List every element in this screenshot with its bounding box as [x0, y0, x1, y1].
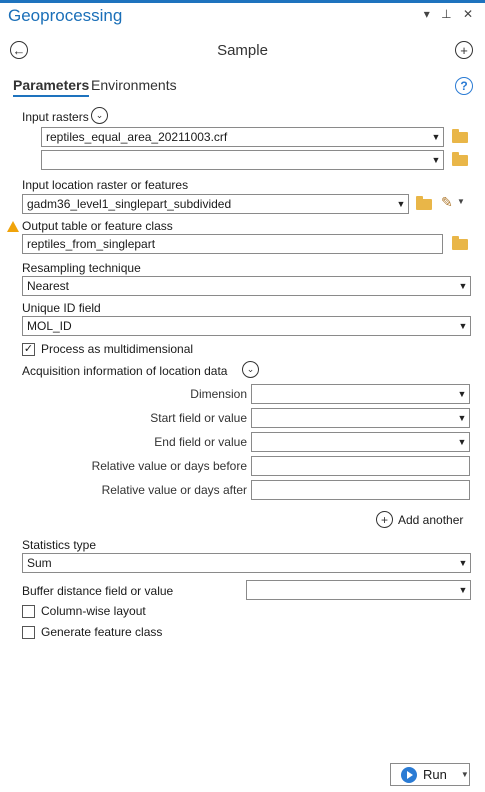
- dropdown-caret-icon: ▼: [458, 585, 468, 595]
- relative-after-field[interactable]: [251, 480, 470, 500]
- edit-menu-caret-icon[interactable]: ▼: [457, 197, 465, 206]
- statistics-label: Statistics type: [22, 538, 97, 552]
- acquisition-label: Acquisition information of location data: [22, 364, 228, 378]
- statistics-dropdown[interactable]: Sum ▼: [22, 553, 471, 573]
- run-label: Run: [423, 767, 447, 782]
- unique-id-dropdown[interactable]: MOL_ID ▼: [22, 316, 471, 336]
- expand-chevron-icon[interactable]: ⌄: [242, 361, 259, 378]
- pane-accent-bar: [0, 0, 485, 3]
- dropdown-caret-icon: ▼: [431, 155, 441, 165]
- dropdown-caret-icon: ▼: [431, 132, 441, 142]
- generate-fc-checkbox[interactable]: [22, 626, 35, 639]
- resampling-dropdown[interactable]: Nearest ▼: [22, 276, 471, 296]
- input-raster-dropdown-empty[interactable]: ▼: [41, 150, 444, 170]
- dropdown-caret-icon: ▼: [457, 389, 467, 399]
- buffer-dropdown[interactable]: ▼: [246, 580, 471, 600]
- add-another-icon[interactable]: +: [376, 511, 393, 528]
- input-rasters-label: Input rasters: [22, 110, 89, 124]
- dimension-dropdown[interactable]: ▼: [251, 384, 470, 404]
- run-play-icon: [401, 766, 417, 783]
- generate-fc-label: Generate feature class: [41, 625, 163, 639]
- input-raster-value: reptiles_equal_area_20211003.crf: [46, 130, 228, 144]
- dropdown-caret-icon: ▼: [457, 437, 467, 447]
- column-wise-checkbox[interactable]: [22, 605, 35, 618]
- run-button[interactable]: Run ▼: [390, 763, 470, 786]
- add-tool-icon[interactable]: +: [455, 41, 473, 59]
- process-multidim-checkbox[interactable]: ✓: [22, 343, 35, 356]
- pencil-edit-icon[interactable]: ✎: [441, 194, 453, 211]
- process-multidim-label: Process as multidimensional: [41, 342, 194, 356]
- input-location-dropdown[interactable]: gadm36_level1_singlepart_subdivided ▼: [22, 194, 409, 214]
- output-table-field[interactable]: reptiles_from_singlepart: [22, 234, 443, 254]
- browse-folder-icon[interactable]: [452, 129, 468, 143]
- output-table-label: Output table or feature class: [22, 219, 173, 233]
- unique-id-value: MOL_ID: [27, 319, 72, 333]
- add-another-button[interactable]: Add another: [398, 513, 463, 527]
- end-field-label: End field or value: [154, 435, 247, 449]
- dropdown-caret-icon: ▼: [396, 199, 406, 209]
- help-icon[interactable]: ?: [455, 77, 473, 95]
- browse-folder-icon[interactable]: [452, 152, 468, 166]
- run-menu-caret-icon[interactable]: ▼: [461, 770, 469, 779]
- input-location-label: Input location raster or features: [22, 178, 189, 192]
- dropdown-caret-icon: ▼: [458, 558, 468, 568]
- dropdown-caret-icon: ▼: [458, 321, 468, 331]
- unique-id-label: Unique ID field: [22, 301, 101, 315]
- browse-folder-icon[interactable]: [452, 236, 468, 250]
- resampling-value: Nearest: [27, 279, 70, 293]
- statistics-value: Sum: [27, 556, 52, 570]
- input-location-value: gadm36_level1_singlepart_subdivided: [27, 197, 232, 211]
- pane-title: Geoprocessing: [8, 6, 123, 25]
- buffer-label: Buffer distance field or value: [22, 584, 174, 598]
- start-field-label: Start field or value: [150, 411, 247, 425]
- column-wise-label: Column-wise layout: [41, 604, 146, 618]
- warning-icon: [7, 221, 19, 232]
- dimension-label: Dimension: [190, 387, 247, 401]
- relative-after-label: Relative value or days after: [101, 483, 247, 497]
- output-table-value: reptiles_from_singlepart: [27, 237, 156, 251]
- dropdown-caret-icon: ▼: [457, 413, 467, 423]
- browse-folder-icon[interactable]: [416, 196, 432, 210]
- dropdown-caret-icon: ▼: [458, 281, 468, 291]
- relative-before-field[interactable]: [251, 456, 470, 476]
- relative-before-label: Relative value or days before: [91, 459, 247, 473]
- tab-environments[interactable]: Environments: [91, 77, 177, 93]
- tab-parameters[interactable]: Parameters: [13, 77, 90, 97]
- resampling-label: Resampling technique: [22, 261, 141, 275]
- expand-chevron-icon[interactable]: ⌄: [91, 107, 108, 124]
- end-field-dropdown[interactable]: ▼: [251, 432, 470, 452]
- input-raster-dropdown[interactable]: reptiles_equal_area_20211003.crf ▼: [41, 127, 444, 147]
- pane-window-controls[interactable]: ▾ ⊥ ✕: [424, 7, 477, 21]
- start-field-dropdown[interactable]: ▼: [251, 408, 470, 428]
- tool-title: Sample: [217, 42, 268, 59]
